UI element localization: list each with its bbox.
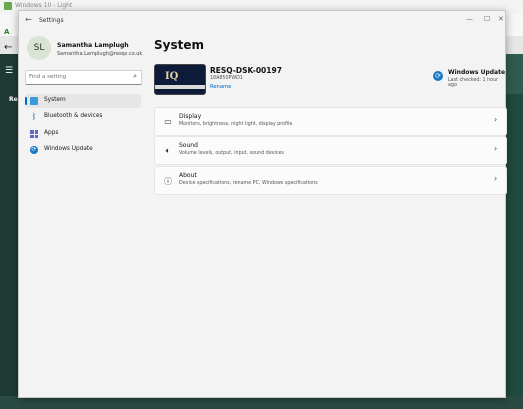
app-logo-icon — [4, 2, 12, 10]
card-title: Display — [179, 113, 202, 120]
bluetooth-icon: ᛒ — [31, 112, 37, 121]
rename-link[interactable]: Rename — [210, 84, 231, 90]
sidebar-item-apps[interactable]: Apps — [25, 127, 141, 141]
windows-update-title[interactable]: Windows Update — [448, 69, 505, 76]
wallpaper-logo-icon: IQ — [165, 71, 179, 82]
sound-icon: 🔈︎ — [165, 146, 171, 155]
windows-update-icon: ⟳ — [30, 146, 38, 154]
hamburger-menu-icon[interactable]: ☰ — [5, 66, 13, 76]
info-icon: ⓘ — [164, 177, 172, 186]
sidebar-item-label: Bluetooth & devices — [44, 113, 103, 119]
chevron-right-icon: › — [494, 144, 498, 153]
wallpaper-band — [155, 85, 205, 89]
sidebar-item-label: Apps — [44, 130, 59, 136]
background-back-icon[interactable]: ← — [4, 42, 12, 53]
active-indicator — [25, 97, 27, 105]
chevron-right-icon: › — [494, 174, 498, 183]
close-button[interactable]: ✕ — [498, 15, 504, 23]
system-icon — [30, 97, 38, 105]
card-description: Device specifications, rename PC, Window… — [179, 181, 318, 186]
minimize-button[interactable]: — — [466, 15, 473, 23]
background-side-label: Re — [9, 96, 18, 103]
windows-update-icon[interactable]: ⟳ — [433, 71, 443, 81]
chevron-right-icon: › — [494, 115, 498, 124]
background-right-panel-top — [503, 54, 523, 94]
device-thumbnail: IQ — [154, 64, 206, 95]
apps-icon — [30, 130, 38, 138]
user-avatar[interactable]: SL — [27, 36, 51, 60]
maximize-button[interactable]: ☐ — [484, 15, 490, 23]
settings-window: ← Settings — ☐ ✕ SL Samantha Lamplugh Sa… — [18, 10, 507, 398]
background-app-title: Windows 10 - Light — [15, 2, 73, 9]
display-settings-card[interactable]: ▭ Display Monitors, brightness, night li… — [154, 107, 507, 136]
search-box[interactable]: ⌕ — [25, 70, 142, 85]
sidebar-item-system[interactable]: System — [25, 94, 141, 108]
user-name: Samantha Lamplugh — [57, 42, 129, 49]
search-input[interactable] — [29, 72, 125, 82]
device-name: RESQ-DSK-00197 — [210, 66, 282, 75]
card-title: About — [179, 172, 197, 179]
page-title: System — [154, 38, 204, 52]
display-icon: ▭ — [164, 117, 172, 126]
card-description: Monitors, brightness, night light, displ… — [179, 122, 293, 127]
sidebar-item-bluetooth[interactable]: ᛒ Bluetooth & devices — [25, 110, 141, 124]
search-icon[interactable]: ⌕ — [133, 72, 137, 81]
card-title: Sound — [179, 142, 198, 149]
sidebar-item-windows-update[interactable]: ⟳ Windows Update — [25, 143, 141, 157]
window-titlebar[interactable]: ← Settings — ☐ ✕ — [19, 11, 505, 31]
sidebar-item-label: System — [44, 97, 66, 103]
about-settings-card[interactable]: ⓘ About Device specifications, rename PC… — [154, 166, 507, 195]
user-email: Samantha.Lamplugh@resqs.co.uk — [57, 51, 143, 57]
sidebar-item-label: Windows Update — [44, 146, 93, 152]
device-model: 18A850PWD1 — [210, 76, 243, 81]
window-title: Settings — [39, 17, 64, 24]
background-sidebar — [0, 54, 18, 409]
back-arrow-icon[interactable]: ← — [25, 15, 32, 24]
windows-update-status: Last checked: 1 hour ago — [448, 78, 499, 88]
background-toolbar-letter[interactable]: A — [4, 28, 9, 36]
card-description: Volume levels, output, input, sound devi… — [179, 151, 284, 156]
sound-settings-card[interactable]: 🔈︎ Sound Volume levels, output, input, s… — [154, 136, 507, 165]
